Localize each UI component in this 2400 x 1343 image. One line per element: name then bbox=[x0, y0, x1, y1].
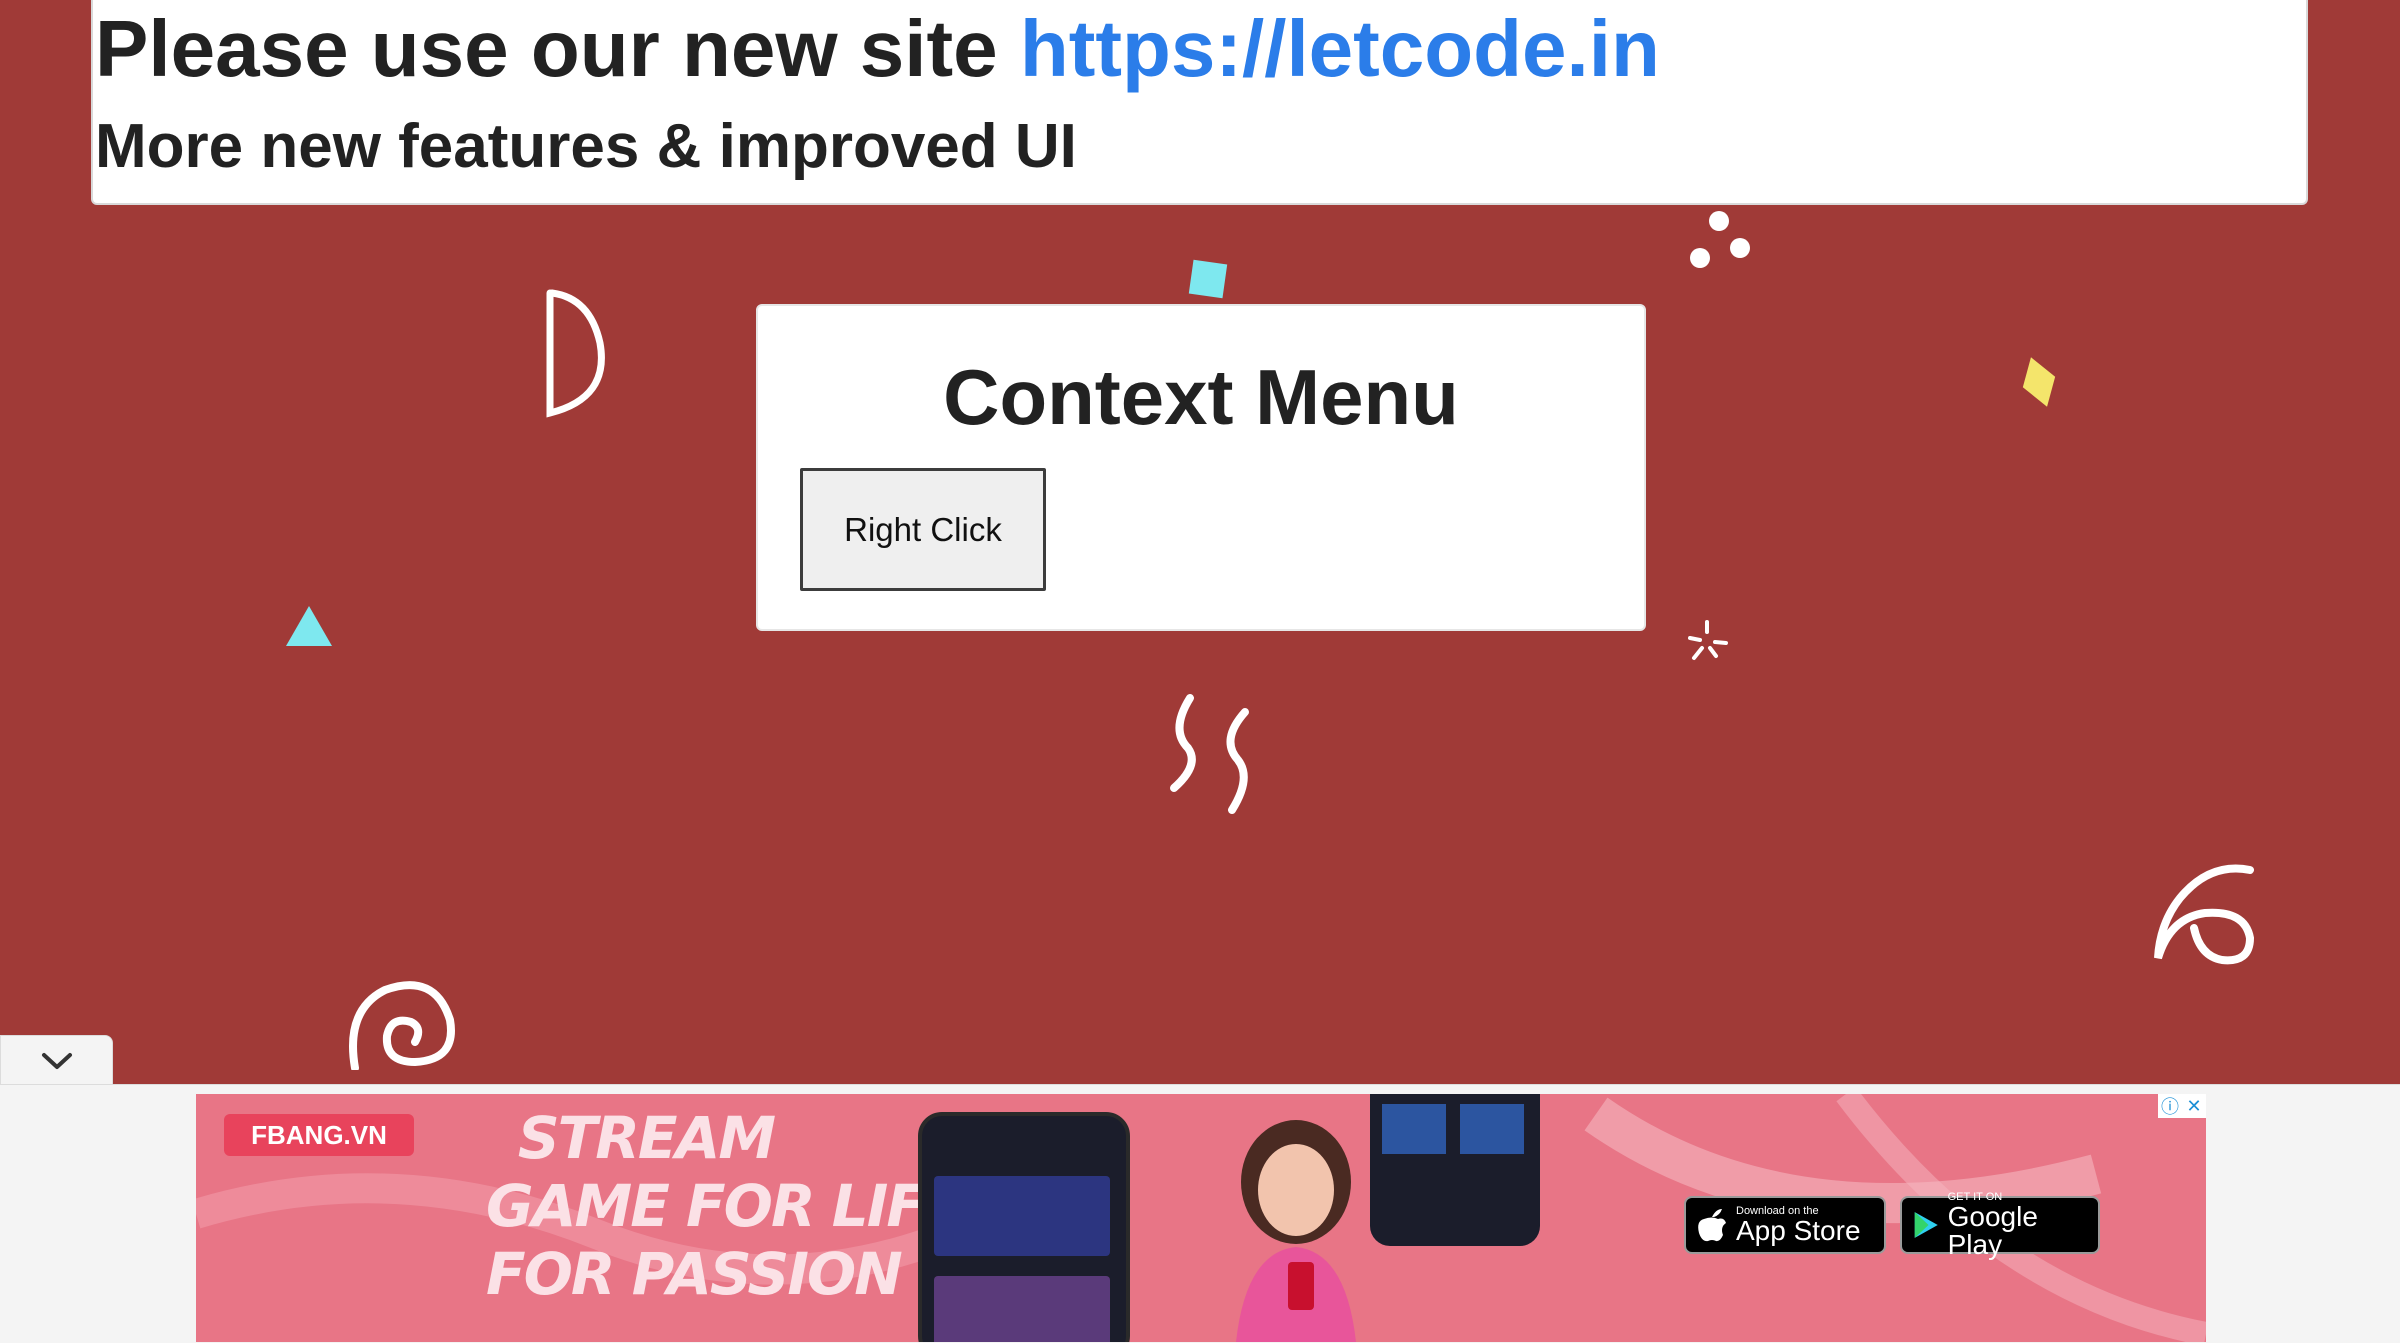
context-menu-card: Context Menu Right Click bbox=[756, 304, 1646, 631]
decor-spiral-icon bbox=[349, 981, 455, 1070]
new-site-link[interactable]: https://letcode.in bbox=[1020, 4, 1660, 93]
ad-slogan-line: FOR PASSION bbox=[486, 1240, 903, 1308]
decor-diamond-icon bbox=[2022, 357, 2056, 407]
banner-headline-text: Please use our new site bbox=[95, 4, 1020, 93]
decor-dots-icon bbox=[1690, 211, 1750, 268]
ad-streamer-image bbox=[1236, 1120, 1356, 1342]
decor-squiggle-icon bbox=[1170, 694, 1249, 814]
banner-headline: Please use our new site https://letcode.… bbox=[95, 6, 1660, 92]
ad-phone-image bbox=[1370, 1094, 1540, 1246]
ad-slogan-line: STREAM bbox=[517, 1104, 776, 1172]
decor-square-icon bbox=[1188, 259, 1228, 299]
card-title: Context Menu bbox=[943, 353, 1459, 441]
collapse-ad-button[interactable] bbox=[0, 1035, 113, 1085]
announcement-banner: Please use our new site https://letcode.… bbox=[91, 0, 2308, 205]
app-store-button[interactable]: Download on the App Store bbox=[1684, 1196, 1886, 1254]
ad-slogan-line: GAME FOR LIFE bbox=[486, 1172, 964, 1240]
google-play-button[interactable]: GET IT ON Google Play bbox=[1900, 1191, 2100, 1258]
apple-icon bbox=[1698, 1209, 1726, 1242]
app-store-label: App Store bbox=[1736, 1214, 1861, 1246]
play-icon bbox=[1914, 1212, 1938, 1238]
decor-half-circle-icon bbox=[546, 289, 605, 418]
ad-slogan: STREAM GAME FOR LIFE FOR PASSION bbox=[486, 1104, 964, 1308]
info-icon[interactable]: ⓘ bbox=[2158, 1094, 2182, 1118]
google-play-label: Google Play bbox=[1947, 1200, 2038, 1260]
ad-controls: ⓘ ✕ bbox=[2158, 1094, 2206, 1118]
advertisement-banner[interactable]: FBANG.VN STREAM GAME FOR LIFE FOR PASSIO… bbox=[196, 1094, 2206, 1342]
decor-triangle-icon bbox=[286, 606, 332, 646]
banner-subtitle: More new features & improved UI bbox=[95, 112, 1077, 181]
decor-curl-icon bbox=[2154, 864, 2255, 965]
close-icon[interactable]: ✕ bbox=[2182, 1094, 2206, 1118]
right-click-button[interactable]: Right Click bbox=[800, 468, 1046, 591]
ad-brand-logo: FBANG.VN bbox=[224, 1114, 414, 1156]
chevron-down-icon bbox=[41, 1052, 72, 1069]
ad-phone-image bbox=[918, 1112, 1130, 1342]
decor-sparkle-icon bbox=[1688, 620, 1728, 660]
